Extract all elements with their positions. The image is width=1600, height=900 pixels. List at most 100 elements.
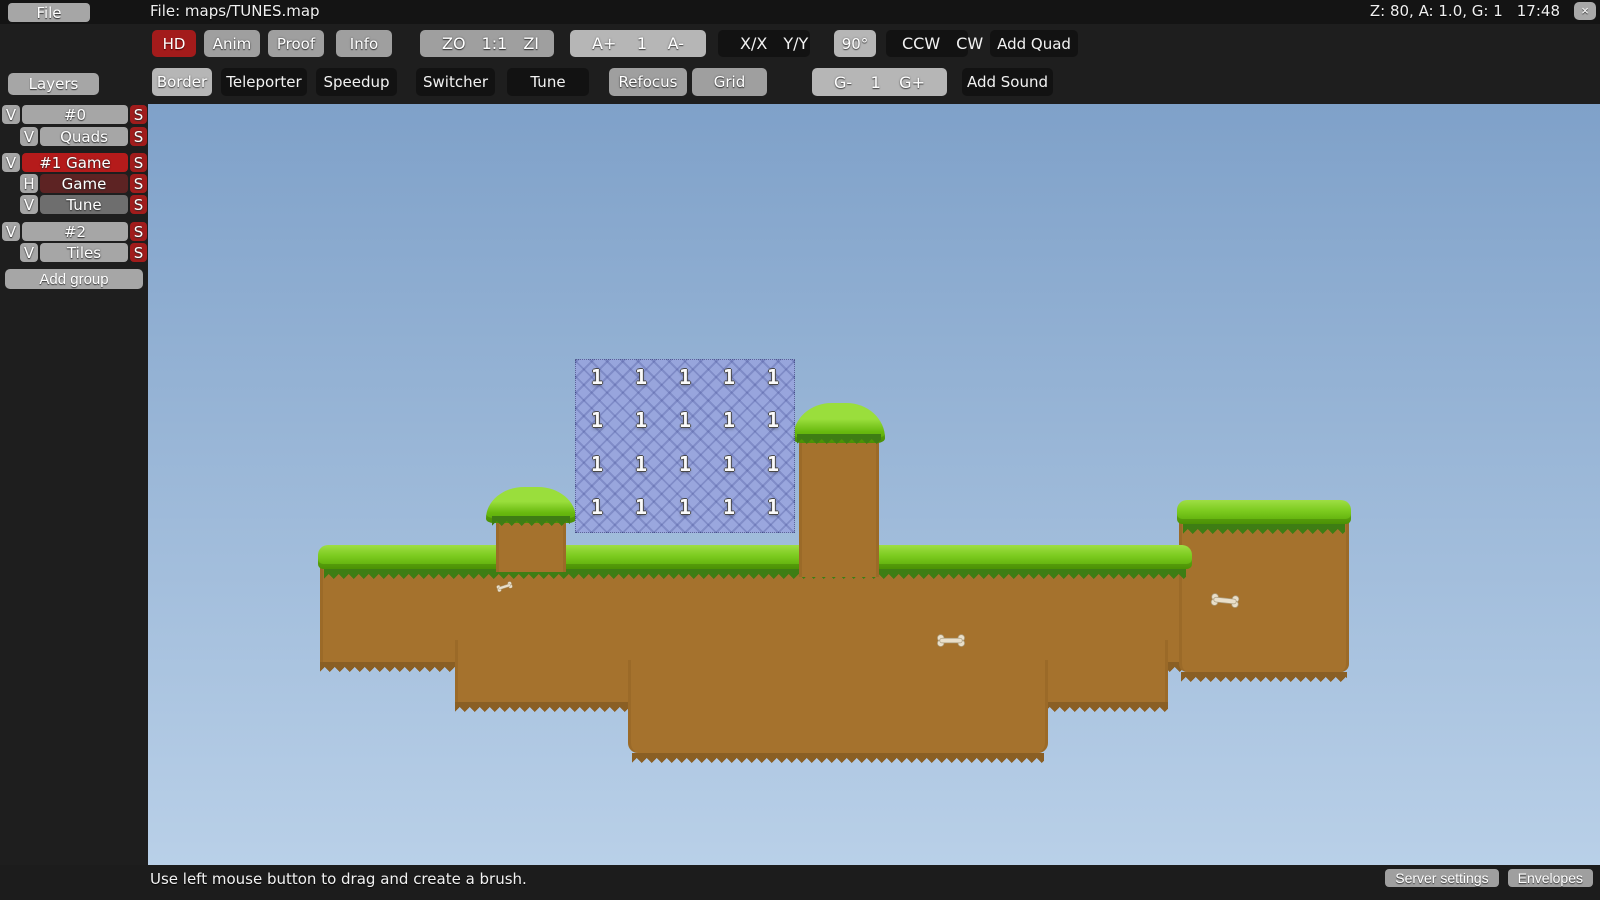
tune-zone-number: 1 [767,365,779,389]
terrain-dirt-edge [1181,672,1347,682]
zoom-out-button[interactable]: ZO [434,34,474,53]
rotate-ccw-button[interactable]: CCW [894,34,948,53]
add-quad-button[interactable]: Add Quad [990,30,1078,57]
save-toggle[interactable]: S [130,243,147,262]
speedup-button[interactable]: Speedup [316,68,397,96]
terrain-right-block-dirt [1179,518,1349,672]
group-row-2: V #2 S [2,222,147,241]
statusbar: Use left mouse button to drag and create… [0,865,1600,900]
layer-row-tune: V Tune S [2,195,147,214]
anim-toggle-button[interactable]: Anim [204,30,260,57]
tune-zone-number: 1 [723,495,735,519]
tune-zone-number: 1 [767,408,779,432]
envelopes-button[interactable]: Envelopes [1508,869,1593,887]
proof-toggle-button[interactable]: Proof [268,30,324,57]
visibility-toggle[interactable]: V [2,105,20,124]
window-title: File: maps/TUNES.map [150,2,320,20]
tooltip-hint: Use left mouse button to drag and create… [150,870,527,888]
hd-toggle-button[interactable]: HD [152,30,196,57]
tune-zone-number: 1 [767,452,779,476]
group-label[interactable]: #2 [22,222,128,241]
save-toggle[interactable]: S [130,153,147,172]
layer-row-game: H Game S [2,174,147,193]
zoom-anim-grid-readout: Z: 80, A: 1.0, G: 1 [1370,2,1503,20]
teleporter-button[interactable]: Teleporter [221,68,307,96]
tune-zone-number: 1 [679,495,691,519]
tune-zone-number: 1 [635,452,647,476]
terrain-grass-edge [1183,524,1345,534]
terrain-dirt-edge [632,753,1044,763]
group-label-selected[interactable]: #1 Game [22,153,128,172]
info-toggle-button[interactable]: Info [336,30,392,57]
layers-sidebar: Layers V #0 S V Quads S V #1 Game S H Ga… [0,24,148,865]
group-row-1-game: V #1 Game S [2,153,147,172]
rotate-group: CCW CW [886,30,968,57]
grid-size-decrease-button[interactable]: G- [826,73,860,92]
refocus-button[interactable]: Refocus [609,68,687,96]
zoom-in-button[interactable]: ZI [515,34,547,53]
add-group-button[interactable]: Add group [5,269,143,289]
tune-zone-number: 1 [679,408,691,432]
tune-zone-number: 1 [679,365,691,389]
tune-zone-number: 1 [679,452,691,476]
zoom-reset-button[interactable]: 1:1 [474,34,516,53]
flip-x-button[interactable]: X/X [732,34,775,53]
visibility-toggle[interactable]: V [2,222,20,241]
terrain-pillar-dirt [799,432,879,577]
hidden-toggle[interactable]: H [20,174,38,193]
tune-zone-number: 1 [635,408,647,432]
save-toggle[interactable]: S [130,105,147,124]
grid-size-value: 1 [863,73,889,92]
terrain-grass-edge [492,516,570,526]
save-toggle[interactable]: S [130,127,147,146]
layer-label[interactable]: Quads [40,127,128,146]
flip-y-button[interactable]: Y/Y [775,34,816,53]
add-sound-button[interactable]: Add Sound [962,68,1053,96]
visibility-toggle[interactable]: V [20,127,38,146]
border-button[interactable]: Border [152,68,212,96]
grid-size-group: G- 1 G+ [812,68,947,96]
terrain-main-grass [318,545,1192,569]
switcher-button[interactable]: Switcher [416,68,495,96]
save-toggle[interactable]: S [130,174,147,193]
grid-size-increase-button[interactable]: G+ [891,73,933,92]
server-settings-button[interactable]: Server settings [1385,869,1498,887]
toolbar-row-1: HD Anim Proof Info ZO 1:1 ZI A+ 1 A- X/X… [152,30,1078,57]
save-toggle[interactable]: S [130,222,147,241]
tune-zone-number: 1 [635,495,647,519]
anim-speed-group: A+ 1 A- [570,30,706,57]
group-label[interactable]: #0 [22,105,128,124]
visibility-toggle[interactable]: V [20,243,38,262]
zoom-control-group: ZO 1:1 ZI [420,30,554,57]
save-toggle[interactable]: S [130,195,147,214]
rotate-cw-button[interactable]: CW [948,34,991,53]
tune-zone-number: 1 [591,452,603,476]
layer-label-active[interactable]: Tune [40,195,128,214]
map-canvas[interactable]: 11111111111111111111 [148,104,1600,865]
tune-button[interactable]: Tune [507,68,589,96]
visibility-toggle[interactable]: V [20,195,38,214]
terrain-dirt-deep [628,660,1048,753]
file-menu-button[interactable]: File [8,3,90,22]
tune-zone-number: 1 [635,365,647,389]
anim-speed-decrease-button[interactable]: A- [660,34,692,53]
tune-zone-number: 1 [767,495,779,519]
group-row-0: V #0 S [2,105,147,124]
tune-zone-number: 1 [723,452,735,476]
anim-speed-increase-button[interactable]: A+ [584,34,624,53]
clock: 17:48 [1517,2,1560,20]
grid-toggle-button[interactable]: Grid [692,68,767,96]
layer-label[interactable]: Tiles [40,243,128,262]
tune-zone-number: 1 [591,495,603,519]
tune-zone-number: 1 [591,365,603,389]
layers-panel-header[interactable]: Layers [8,73,99,95]
terrain-grass-edge [324,569,1186,579]
tune-layer-overlay: 11111111111111111111 [575,359,795,533]
layer-label-hidden[interactable]: Game [40,174,128,193]
rotate-90-button[interactable]: 90° [834,30,876,57]
layer-row-quads: V Quads S [2,127,147,146]
terrain-grass-edge [797,434,881,444]
visibility-toggle[interactable]: V [2,153,20,172]
tune-zone-number: 1 [723,365,735,389]
close-icon[interactable]: × [1574,2,1596,20]
